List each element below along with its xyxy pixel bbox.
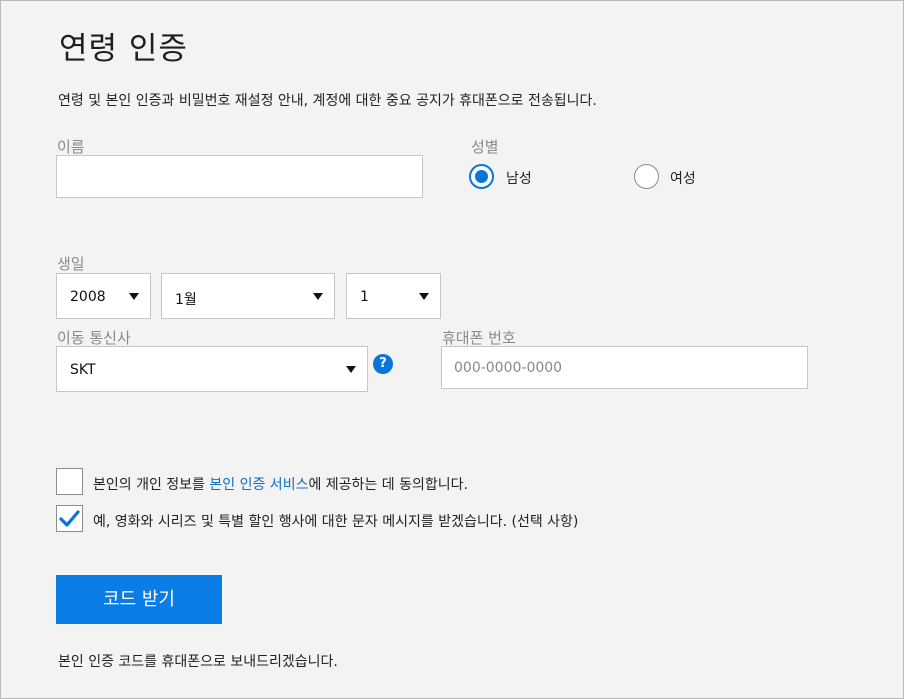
name-label: 이름: [57, 138, 85, 156]
age-verification-panel: 연령 인증 연령 및 본인 인증과 비밀번호 재설정 안내, 계정에 대한 중요…: [0, 0, 904, 699]
footer-note: 본인 인증 코드를 휴대폰으로 보내드리겠습니다.: [58, 654, 338, 670]
consent-text-after: 에 제공하는 데 동의합니다.: [308, 477, 468, 493]
checkmark-icon: [59, 510, 80, 527]
name-input[interactable]: [56, 155, 423, 198]
consent-text: 본인의 개인 정보를 본인 인증 서비스에 제공하는 데 동의합니다.: [93, 474, 468, 494]
phone-placeholder: 000-0000-0000: [454, 360, 563, 376]
birth-month-value: 1월: [175, 292, 197, 308]
radio-selected-dot: [475, 170, 488, 183]
consent-checkbox[interactable]: [56, 468, 83, 495]
carrier-value: SKT: [70, 362, 96, 378]
phone-input[interactable]: 000-0000-0000: [441, 346, 808, 389]
page-title: 연령 인증: [59, 31, 188, 67]
carrier-label: 이동 통신사: [57, 329, 131, 347]
gender-label: 성별: [471, 138, 499, 156]
question-circle-icon[interactable]: ?: [373, 354, 393, 374]
gender-male-label: 남성: [506, 171, 532, 187]
birth-year-select[interactable]: 2008: [56, 273, 151, 319]
consent-text-before: 본인의 개인 정보를: [93, 477, 210, 493]
birthday-label: 생일: [57, 255, 85, 273]
carrier-select[interactable]: SKT: [56, 346, 368, 392]
marketing-checkbox[interactable]: [56, 505, 83, 532]
phone-label: 휴대폰 번호: [442, 329, 516, 347]
gender-male-radio[interactable]: [469, 164, 494, 189]
identity-service-link[interactable]: 본인 인증 서비스: [209, 477, 308, 493]
birth-day-value: 1: [360, 289, 369, 305]
gender-female-label: 여성: [670, 171, 696, 187]
dropdown-caret-icon: [129, 293, 139, 300]
dropdown-caret-icon: [419, 293, 429, 300]
birth-day-select[interactable]: 1: [346, 273, 441, 319]
dropdown-caret-icon: [313, 293, 323, 300]
gender-female-radio[interactable]: [634, 164, 659, 189]
birth-year-value: 2008: [70, 289, 106, 305]
birth-month-select[interactable]: 1월: [161, 273, 335, 319]
marketing-text: 예, 영화와 시리즈 및 특별 할인 행사에 대한 문자 메시지를 받겠습니다.…: [93, 514, 579, 530]
get-code-button[interactable]: 코드 받기: [56, 575, 222, 624]
description-text: 연령 및 본인 인증과 비밀번호 재설정 안내, 계정에 대한 중요 공지가 휴…: [58, 93, 597, 109]
dropdown-caret-icon: [346, 366, 356, 373]
